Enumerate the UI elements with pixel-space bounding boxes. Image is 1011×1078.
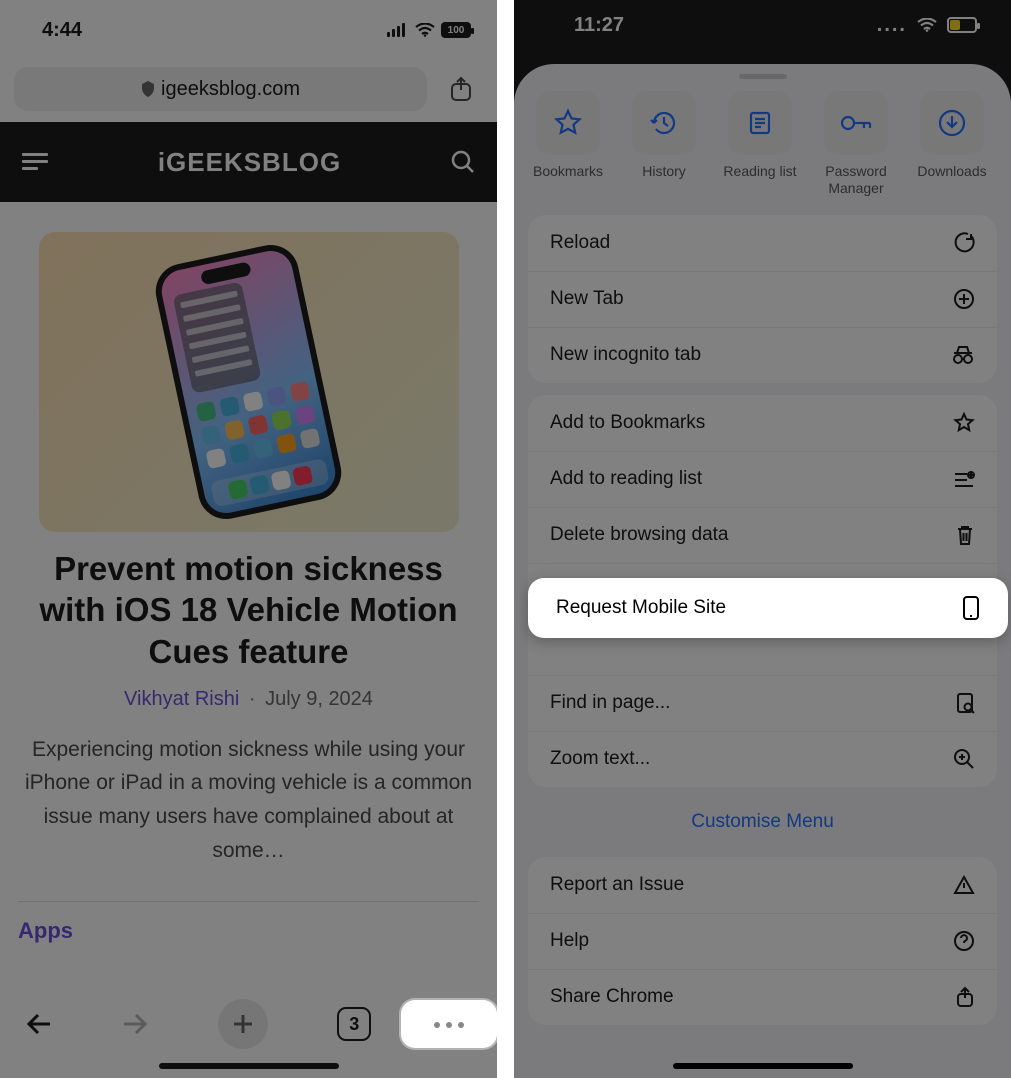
zoom-icon: [953, 748, 975, 770]
star-icon: [953, 412, 975, 434]
quick-label: Bookmarks: [533, 163, 603, 195]
article-card[interactable]: Prevent motion sickness with iOS 18 Vehi…: [0, 202, 497, 944]
menu-add-reading-list[interactable]: Add to reading list: [528, 451, 997, 507]
divider: [18, 901, 479, 902]
article-excerpt: Experiencing motion sickness while using…: [18, 733, 479, 867]
menu-share-chrome[interactable]: Share Chrome: [528, 969, 997, 1025]
status-time: 4:44: [42, 19, 82, 42]
status-bar: 4:44 100: [0, 0, 497, 60]
quick-password-manager[interactable]: Password Manager: [816, 91, 896, 197]
menu-label: Share Chrome: [550, 986, 674, 1008]
share-button[interactable]: [439, 67, 483, 111]
menu-label: Find in page...: [550, 692, 670, 714]
quick-label: Downloads: [917, 163, 986, 195]
status-bar: 11:27 ....: [514, 0, 1011, 50]
menu-label: Help: [550, 930, 589, 952]
search-icon[interactable]: [451, 150, 475, 174]
back-button[interactable]: [26, 1013, 52, 1035]
menu-zoom-text[interactable]: Zoom text...: [528, 731, 997, 787]
find-icon: [955, 692, 975, 714]
downloads-icon: [937, 108, 967, 138]
address-bar[interactable]: igeeksblog.com: [14, 67, 427, 111]
quick-label: Reading list: [723, 163, 796, 195]
reading-list-add-icon: [953, 469, 975, 489]
menu-report-issue[interactable]: Report an Issue: [528, 857, 997, 913]
history-icon: [649, 108, 679, 138]
plus-circle-icon: [953, 288, 975, 310]
menu-label: Reload: [550, 232, 610, 254]
key-icon: [838, 108, 874, 138]
phone-icon: [962, 595, 980, 621]
article-date: July 9, 2024: [265, 688, 373, 710]
quick-history[interactable]: History: [624, 91, 704, 197]
article-byline: Vikhyat Rishi · July 9, 2024: [18, 688, 479, 711]
forward-button: [122, 1013, 148, 1035]
menu-request-mobile-site[interactable]: Request Mobile Site: [528, 578, 1008, 638]
address-url: igeeksblog.com: [161, 78, 300, 101]
menu-reload[interactable]: Reload: [528, 215, 997, 271]
category-link[interactable]: Apps: [18, 918, 479, 944]
menu-new-tab[interactable]: New Tab: [528, 271, 997, 327]
lock-icon: [141, 81, 155, 97]
menu-label: New incognito tab: [550, 344, 701, 366]
reload-icon: [953, 232, 975, 254]
cellular-loading-icon: ....: [877, 14, 907, 37]
menu-find-in-page[interactable]: Find in page...: [528, 675, 997, 731]
site-logo: iGEEKSBLOG: [158, 147, 341, 178]
quick-actions-row: Bookmarks History Reading list Password …: [514, 85, 1011, 203]
left-screenshot: 4:44 100 igeeksblog.com iGEEKSBLOG: [0, 0, 497, 1078]
menu-label: Zoom text...: [550, 748, 650, 770]
more-menu-button[interactable]: [401, 1000, 497, 1048]
cellular-icon: [387, 23, 409, 37]
home-indicator: [673, 1063, 853, 1069]
wifi-icon: [415, 23, 435, 37]
quick-reading-list[interactable]: Reading list: [720, 91, 800, 197]
quick-label: History: [642, 163, 686, 195]
tabs-button[interactable]: 3: [337, 1007, 371, 1041]
quick-bookmarks[interactable]: Bookmarks: [528, 91, 608, 197]
more-icon: [431, 1015, 467, 1033]
menu-group-3: Report an Issue Help Share Chrome: [528, 857, 997, 1025]
address-bar-row: igeeksblog.com: [14, 64, 483, 114]
help-icon: [953, 930, 975, 952]
sheet-grabber[interactable]: [739, 74, 787, 79]
right-screenshot: 11:27 .... Bookmarks History Reading lis…: [514, 0, 1011, 1078]
site-header: iGEEKSBLOG: [0, 122, 497, 202]
menu-label: Request Mobile Site: [556, 597, 726, 619]
status-time: 11:27: [574, 14, 624, 37]
menu-help[interactable]: Help: [528, 913, 997, 969]
alert-icon: [953, 875, 975, 895]
menu-sheet: Bookmarks History Reading list Password …: [514, 64, 1011, 1078]
battery-icon: [947, 17, 977, 33]
quick-label: Password Manager: [816, 163, 896, 197]
share-icon: [955, 986, 975, 1008]
trash-icon: [955, 524, 975, 546]
tab-count: 3: [349, 1014, 359, 1035]
byline-separator: ·: [249, 688, 256, 710]
reading-list-icon: [745, 108, 775, 138]
article-hero-image: [39, 232, 459, 532]
new-tab-button[interactable]: [218, 999, 268, 1049]
screenshot-divider: [497, 0, 514, 1078]
article-author[interactable]: Vikhyat Rishi: [124, 688, 239, 710]
battery-icon: 100: [441, 22, 471, 38]
menu-group-1: Reload New Tab New incognito tab: [528, 215, 997, 383]
article-title: Prevent motion sickness with iOS 18 Vehi…: [18, 548, 479, 672]
menu-add-bookmarks[interactable]: Add to Bookmarks: [528, 395, 997, 451]
quick-downloads[interactable]: Downloads: [912, 91, 992, 197]
customise-menu-link[interactable]: Customise Menu: [514, 811, 1011, 833]
menu-label: Add to reading list: [550, 468, 702, 490]
menu-label: Add to Bookmarks: [550, 412, 705, 434]
star-icon: [553, 108, 583, 138]
menu-label: New Tab: [550, 288, 624, 310]
menu-incognito[interactable]: New incognito tab: [528, 327, 997, 383]
incognito-icon: [951, 344, 975, 366]
hamburger-icon[interactable]: [22, 153, 48, 171]
menu-label: Report an Issue: [550, 874, 684, 896]
menu-label: Delete browsing data: [550, 524, 729, 546]
home-indicator: [159, 1063, 339, 1069]
menu-delete-data[interactable]: Delete browsing data: [528, 507, 997, 563]
wifi-icon: [917, 18, 937, 32]
